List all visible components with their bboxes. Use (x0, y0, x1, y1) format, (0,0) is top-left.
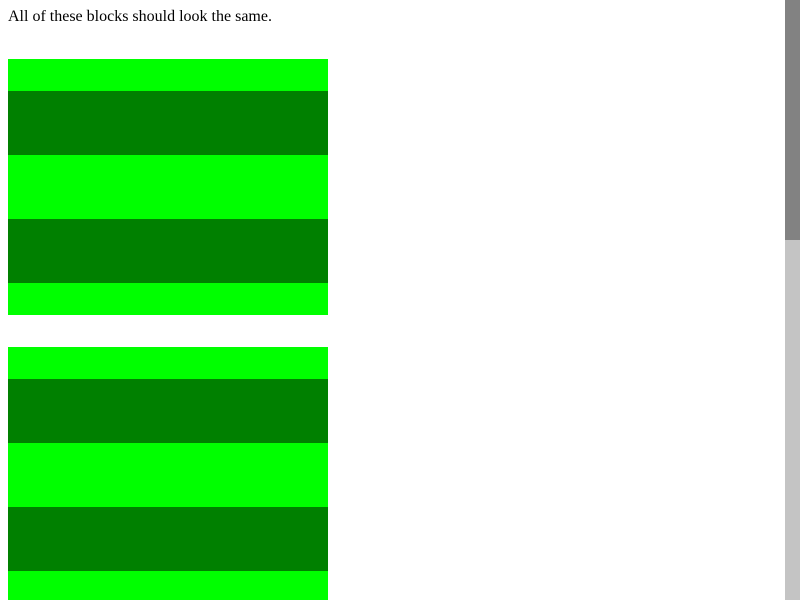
scrollbar-thumb[interactable] (785, 0, 800, 240)
stripe-light (8, 283, 328, 315)
striped-block-2 (8, 347, 328, 600)
stripe-light (8, 443, 328, 507)
stripe-light (8, 155, 328, 219)
stripe-dark (8, 507, 328, 571)
page-viewport: All of these blocks should look the same… (0, 0, 785, 600)
stripe-light (8, 571, 328, 600)
intro-text: All of these blocks should look the same… (8, 8, 272, 25)
stripe-dark (8, 379, 328, 443)
stripe-dark (8, 91, 328, 155)
stripe-dark (8, 219, 328, 283)
striped-block-1 (8, 59, 328, 315)
vertical-scrollbar[interactable] (785, 0, 800, 600)
stripe-light (8, 59, 328, 91)
stripe-light (8, 347, 328, 379)
